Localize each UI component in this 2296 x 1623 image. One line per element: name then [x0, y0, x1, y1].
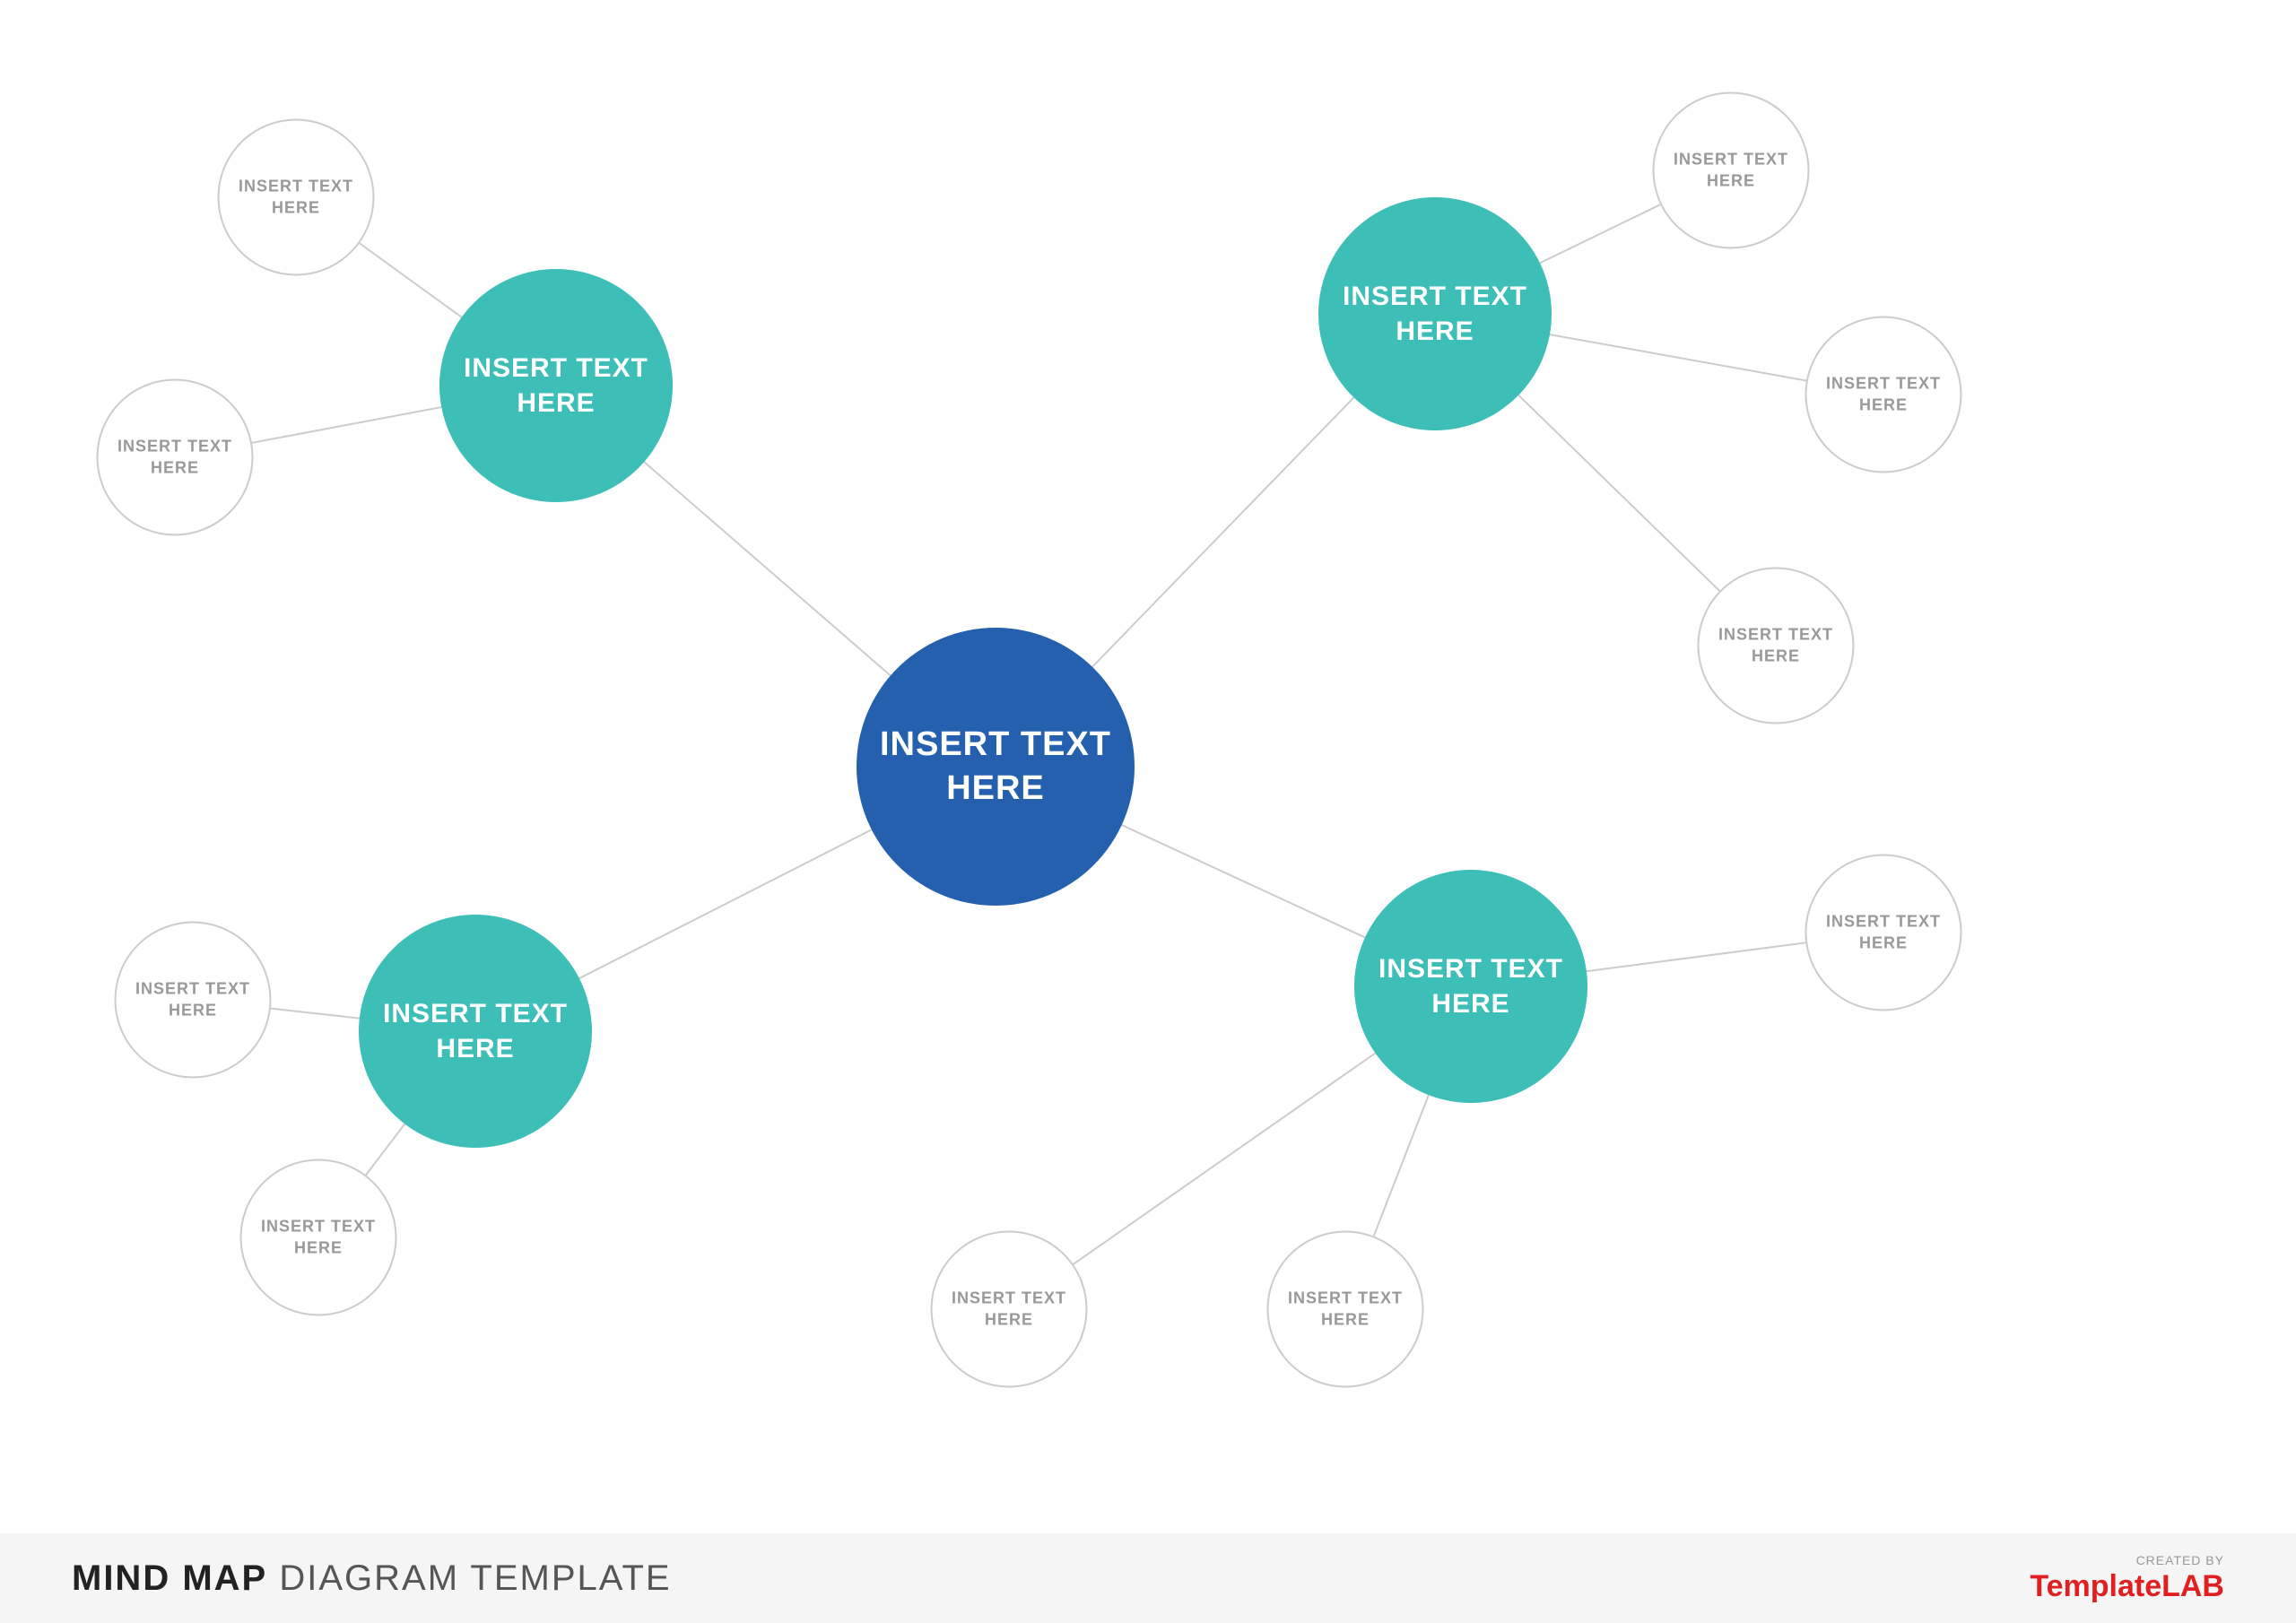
footer: MIND MAP DIAGRAM TEMPLATE CREATED BY Tem… [0, 1533, 2296, 1623]
node-label: INSERT TEXT HERE [242, 1217, 396, 1259]
node-label: INSERT TEXT HERE [933, 1289, 1086, 1331]
node-label: INSERT TEXT HERE [1354, 951, 1587, 1021]
diagram-container: INSERT TEXT HERE INSERT TEXT HERE INSERT T… [0, 0, 2296, 1533]
brand-name: TemplateLAB [2030, 1569, 2224, 1604]
node-primary: INSERT TEXT HERE [439, 269, 673, 502]
node-label: INSERT TEXT HERE [1700, 625, 1853, 667]
node-label: INSERT TEXT HERE [220, 177, 373, 219]
node-center: INSERT TEXT HERE [857, 628, 1135, 906]
footer-title-bold: MIND MAP [72, 1558, 267, 1598]
footer-title-light: DIAGRAM TEMPLATE [279, 1558, 671, 1598]
brand-name-bold: LAB [2161, 1569, 2224, 1603]
node-secondary: INSERT TEXT HERE [1805, 855, 1962, 1011]
footer-title: MIND MAP DIAGRAM TEMPLATE [72, 1558, 672, 1599]
node-secondary: INSERT TEXT HERE [1267, 1231, 1424, 1388]
brand: CREATED BY TemplateLAB [2030, 1553, 2224, 1604]
node-secondary: INSERT TEXT HERE [1698, 568, 1855, 725]
node-secondary: INSERT TEXT HERE [240, 1159, 397, 1316]
node-secondary: INSERT TEXT HERE [218, 119, 375, 276]
node-label: INSERT TEXT HERE [1269, 1289, 1422, 1331]
node-primary: INSERT TEXT HERE [1354, 870, 1587, 1103]
node-secondary: INSERT TEXT HERE [115, 922, 272, 1079]
node-label: INSERT TEXT HERE [1807, 912, 1961, 954]
node-secondary: INSERT TEXT HERE [931, 1231, 1088, 1388]
brand-name-light: Template [2030, 1569, 2161, 1603]
node-secondary: INSERT TEXT HERE [1805, 317, 1962, 473]
node-label: INSERT TEXT HERE [359, 996, 592, 1066]
node-primary: INSERT TEXT HERE [359, 915, 592, 1148]
node-label: INSERT TEXT HERE [1807, 374, 1961, 416]
node-label: INSERT TEXT HERE [857, 723, 1135, 812]
node-label: INSERT TEXT HERE [439, 351, 673, 421]
node-label: INSERT TEXT HERE [1655, 150, 1808, 192]
node-secondary: INSERT TEXT HERE [97, 379, 254, 536]
node-label: INSERT TEXT HERE [1318, 279, 1552, 349]
node-secondary: INSERT TEXT HERE [1653, 92, 1810, 249]
brand-created-label: CREATED BY [2136, 1553, 2224, 1567]
node-label: INSERT TEXT HERE [117, 979, 270, 1021]
node-label: INSERT TEXT HERE [99, 437, 252, 479]
node-primary: INSERT TEXT HERE [1318, 197, 1552, 430]
